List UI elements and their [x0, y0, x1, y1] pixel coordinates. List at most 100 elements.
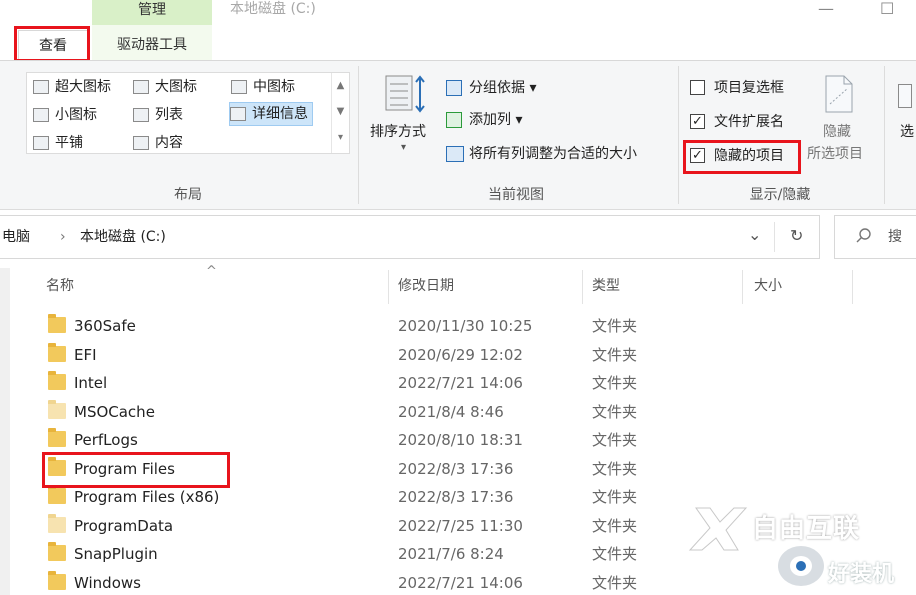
folder-icon — [48, 342, 66, 362]
refresh-icon[interactable]: ↻ — [790, 226, 803, 246]
file-type: 文件夹 — [592, 573, 638, 592]
file-extensions-checkbox[interactable]: ✓ — [690, 114, 705, 129]
navigation-pane-edge — [0, 268, 10, 595]
table-row[interactable]: SnapPlugin 2021/7/6 8:24 文件夹 — [42, 540, 742, 568]
scroll-up-icon[interactable]: ▲ — [332, 73, 349, 99]
file-date: 2022/7/25 11:30 — [398, 516, 523, 535]
file-name: 360Safe — [74, 317, 136, 335]
layout-item-label: 内容 — [155, 135, 183, 151]
breadcrumb-separator-icon[interactable]: › — [60, 227, 66, 247]
folder-icon — [48, 456, 66, 476]
file-date: 2020/6/29 12:02 — [398, 345, 523, 364]
size-all-columns-button[interactable]: 将所有列调整为合适的大小 — [469, 144, 637, 164]
table-row[interactable]: Program Files 2022/8/3 17:36 文件夹 — [42, 455, 742, 483]
layout-large-icons[interactable]: 大图标 — [133, 75, 197, 99]
hidden-items-label: 隐藏的项目 — [714, 148, 784, 164]
layout-gallery-scroll[interactable]: ▲ ▼ ▾ — [331, 73, 349, 153]
file-name: Program Files (x86) — [74, 488, 220, 506]
file-name: EFI — [74, 345, 97, 364]
watermark-x-logo — [688, 506, 748, 552]
column-separator[interactable] — [742, 270, 743, 304]
breadcrumb-local-disk[interactable]: 本地磁盘 (C:) — [80, 227, 166, 247]
group-label-current-view: 当前视图 — [488, 187, 544, 203]
group-by-button[interactable]: 分组依据 ▾ — [469, 78, 536, 98]
maximize-icon[interactable]: ☐ — [880, 0, 894, 18]
layout-extra-large-icons[interactable]: 超大图标 — [33, 75, 111, 99]
file-date: 2020/11/30 10:25 — [398, 317, 533, 335]
breadcrumb-this-pc[interactable]: 电脑 — [2, 227, 30, 247]
file-type: 文件夹 — [592, 374, 638, 392]
column-header-date[interactable]: 修改日期 — [398, 274, 454, 298]
add-columns-dropdown-icon: ▾ — [515, 112, 523, 128]
layout-medium-icons[interactable]: 中图标 — [231, 75, 295, 99]
file-type: 文件夹 — [592, 488, 638, 506]
table-row[interactable]: ProgramData 2022/7/25 11:30 文件夹 — [42, 512, 742, 540]
address-dropdown-icon[interactable]: ⌄ — [748, 225, 761, 245]
folder-icon — [48, 428, 66, 447]
file-type: 文件夹 — [592, 402, 638, 421]
options-icon[interactable] — [898, 84, 912, 108]
gallery-expand-icon[interactable]: ▾ — [332, 125, 349, 151]
column-header-size[interactable]: 大小 — [754, 274, 782, 298]
layout-small-icons[interactable]: 小图标 — [33, 103, 97, 127]
table-row[interactable]: Program Files (x86) 2022/8/3 17:36 文件夹 — [42, 483, 742, 511]
group-by-dropdown-icon: ▾ — [529, 80, 537, 96]
table-row[interactable]: PerfLogs 2020/8/10 18:31 文件夹 — [42, 426, 742, 454]
file-extensions-label: 文件扩展名 — [714, 114, 784, 130]
table-row[interactable]: EFI 2020/6/29 12:02 文件夹 — [42, 341, 742, 369]
tab-view[interactable]: 查看 — [18, 30, 88, 60]
minimize-icon[interactable]: — — [818, 0, 834, 18]
layout-list[interactable]: 列表 — [133, 103, 183, 127]
watermark-badge-icon — [778, 546, 824, 586]
watermark-text-secondary: 好装机 — [828, 562, 895, 587]
content-icon — [133, 136, 149, 150]
column-header-type[interactable]: 类型 — [592, 274, 620, 298]
sort-by-dropdown-icon[interactable]: ▾ — [401, 138, 406, 158]
layout-content[interactable]: 内容 — [133, 131, 183, 155]
file-type: 文件夹 — [592, 459, 638, 478]
folder-icon — [48, 570, 66, 590]
search-input[interactable] — [834, 215, 916, 259]
add-columns-button[interactable]: 添加列 ▾ — [469, 110, 522, 130]
column-header-name[interactable]: 名称 — [46, 274, 74, 298]
file-name: MSOCache — [74, 402, 155, 421]
sort-by-icon[interactable] — [384, 74, 428, 114]
hide-selected-label-1: 隐藏 — [823, 124, 851, 140]
table-row[interactable]: Intel 2022/7/21 14:06 文件夹 — [42, 369, 742, 397]
hidden-items-checkbox[interactable]: ✓ — [690, 148, 705, 163]
group-label-layout: 布局 — [174, 187, 202, 203]
item-checkboxes-checkbox[interactable] — [690, 80, 705, 95]
scroll-down-icon[interactable]: ▼ — [332, 99, 349, 125]
table-row[interactable]: Windows 2022/7/21 14:06 文件夹 — [42, 569, 742, 595]
file-name: Intel — [74, 374, 108, 392]
file-type: 文件夹 — [592, 545, 638, 563]
column-separator[interactable] — [388, 270, 389, 304]
extra-large-icons-icon — [33, 80, 49, 94]
file-type: 文件夹 — [592, 317, 638, 335]
layout-tiles[interactable]: 平铺 — [33, 131, 83, 155]
file-date: 2022/7/21 14:06 — [398, 573, 523, 592]
layout-gallery: 超大图标 大图标 中图标 小图标 列表 详细信息 平铺 内容 ▲ ▼ ▾ — [26, 72, 350, 154]
file-name: ProgramData — [74, 516, 174, 535]
options-button-partial[interactable]: 选 — [900, 122, 914, 142]
table-row[interactable]: MSOCache 2021/8/4 8:46 文件夹 — [42, 398, 742, 426]
group-label-show-hide: 显示/隐藏 — [749, 187, 811, 203]
hide-selected-icon[interactable] — [822, 74, 856, 114]
file-date: 2022/8/3 17:36 — [398, 488, 514, 506]
file-date: 2022/7/21 14:06 — [398, 374, 523, 392]
table-row[interactable]: 360Safe 2020/11/30 10:25 文件夹 — [42, 312, 742, 340]
add-columns-icon — [446, 112, 462, 128]
group-separator — [884, 66, 885, 204]
folder-icon — [48, 314, 66, 333]
file-date: 2021/7/6 8:24 — [398, 545, 504, 563]
file-name: SnapPlugin — [74, 545, 158, 563]
sort-by-button[interactable]: 排序方式 — [370, 122, 426, 142]
tab-drive-tools[interactable]: 驱动器工具 — [96, 30, 208, 60]
file-name: Windows — [74, 573, 141, 592]
list-icon — [133, 108, 149, 122]
context-tab-manage[interactable]: 管理 — [92, 0, 212, 25]
column-separator[interactable] — [852, 270, 853, 304]
group-separator — [678, 66, 679, 204]
layout-details[interactable]: 详细信息 — [229, 102, 313, 126]
column-separator[interactable] — [582, 270, 583, 304]
